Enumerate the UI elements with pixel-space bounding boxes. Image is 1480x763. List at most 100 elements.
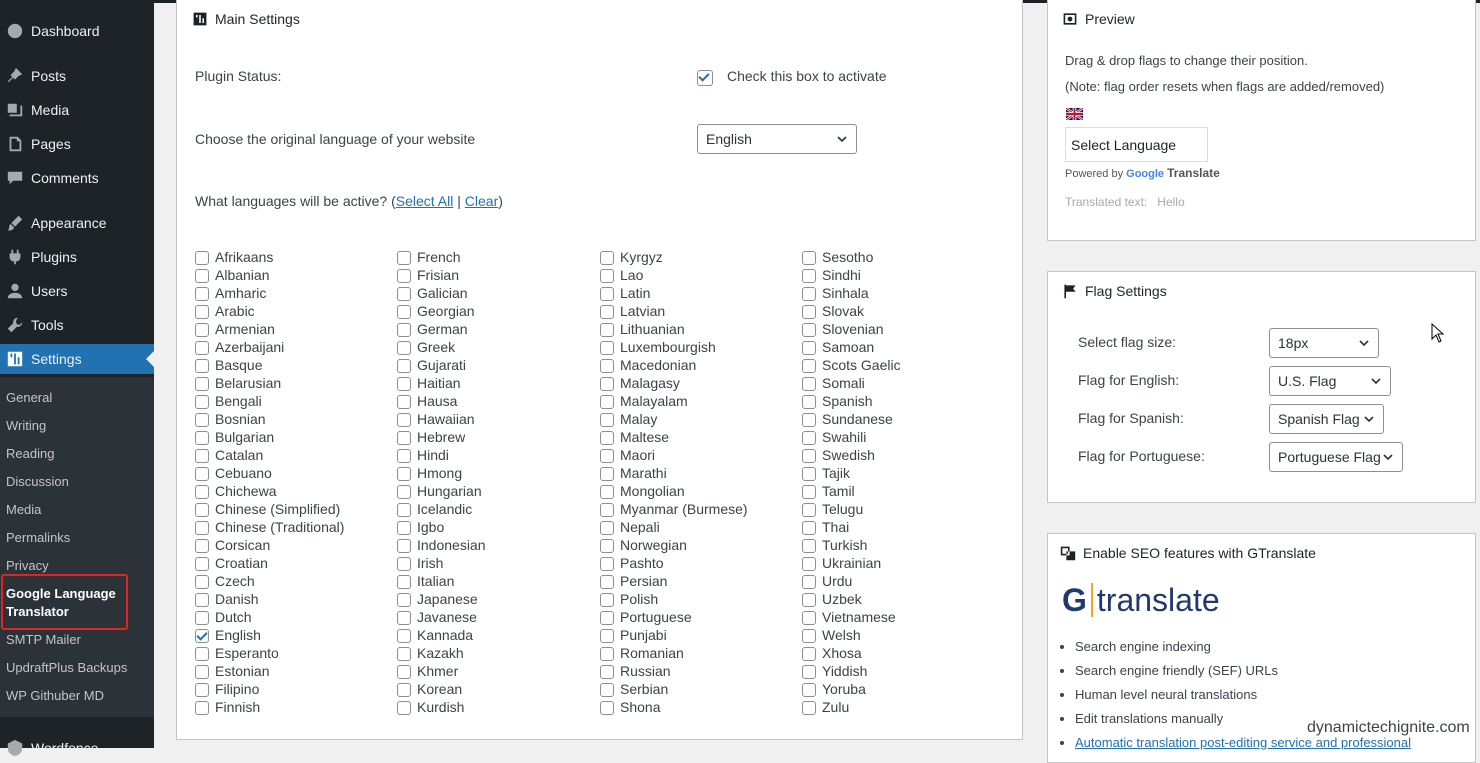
language-checkbox[interactable] (195, 647, 209, 661)
language-checkbox[interactable] (802, 305, 816, 319)
language-checkbox[interactable] (600, 287, 614, 301)
language-checkbox[interactable] (397, 485, 411, 499)
language-checkbox[interactable] (195, 413, 209, 427)
language-checkbox[interactable] (802, 593, 816, 607)
language-checkbox[interactable] (600, 449, 614, 463)
language-checkbox[interactable] (600, 377, 614, 391)
language-checkbox[interactable] (397, 503, 411, 517)
language-checkbox[interactable] (802, 431, 816, 445)
language-checkbox[interactable] (600, 521, 614, 535)
select-language-box[interactable]: Select Language (1065, 127, 1208, 162)
language-checkbox[interactable] (600, 611, 614, 625)
language-checkbox[interactable] (600, 485, 614, 499)
language-checkbox[interactable] (397, 557, 411, 571)
language-checkbox[interactable] (802, 683, 816, 697)
language-checkbox[interactable] (195, 701, 209, 715)
language-checkbox[interactable] (802, 503, 816, 517)
sidebar-item-dashboard[interactable]: Dashboard (0, 16, 154, 46)
sidebar-item-wordfence[interactable]: Wordfence (0, 733, 154, 763)
language-checkbox[interactable] (195, 467, 209, 481)
language-checkbox[interactable] (397, 683, 411, 697)
flag-setting-select[interactable]: 18px (1269, 328, 1379, 358)
submenu-item-general[interactable]: General (6, 389, 52, 407)
language-checkbox[interactable] (195, 359, 209, 373)
language-checkbox[interactable] (397, 413, 411, 427)
language-checkbox[interactable] (397, 629, 411, 643)
language-checkbox[interactable] (600, 395, 614, 409)
language-checkbox[interactable] (600, 341, 614, 355)
language-checkbox[interactable] (397, 251, 411, 265)
submenu-item-discussion[interactable]: Discussion (6, 473, 69, 491)
language-checkbox[interactable] (195, 539, 209, 553)
uk-flag-icon[interactable] (1065, 107, 1084, 121)
language-checkbox[interactable] (802, 287, 816, 301)
sidebar-item-settings[interactable]: Settings (0, 344, 154, 374)
submenu-item-smtp-mailer[interactable]: SMTP Mailer (6, 631, 81, 649)
language-checkbox[interactable] (397, 647, 411, 661)
sidebar-item-comments[interactable]: Comments (0, 163, 154, 193)
language-checkbox[interactable] (397, 305, 411, 319)
sidebar-item-media[interactable]: Media (0, 95, 154, 125)
language-checkbox[interactable] (600, 503, 614, 517)
language-checkbox[interactable] (397, 521, 411, 535)
language-checkbox[interactable] (600, 647, 614, 661)
language-checkbox[interactable] (397, 377, 411, 391)
language-checkbox[interactable] (802, 449, 816, 463)
language-checkbox[interactable] (802, 539, 816, 553)
language-checkbox[interactable] (195, 323, 209, 337)
language-checkbox[interactable] (195, 449, 209, 463)
language-checkbox[interactable] (397, 665, 411, 679)
language-checkbox[interactable] (397, 269, 411, 283)
submenu-item-wp-githuber-md[interactable]: WP Githuber MD (6, 687, 104, 705)
language-checkbox[interactable] (195, 287, 209, 301)
language-checkbox[interactable] (195, 485, 209, 499)
language-checkbox[interactable] (397, 701, 411, 715)
language-checkbox[interactable] (802, 647, 816, 661)
language-checkbox[interactable] (802, 467, 816, 481)
submenu-item-reading[interactable]: Reading (6, 445, 54, 463)
language-checkbox[interactable] (195, 395, 209, 409)
sidebar-item-pages[interactable]: Pages (0, 129, 154, 159)
submenu-item-updraftplus-backups[interactable]: UpdraftPlus Backups (6, 659, 127, 677)
language-checkbox[interactable] (802, 395, 816, 409)
language-checkbox[interactable] (195, 611, 209, 625)
language-checkbox[interactable] (397, 359, 411, 373)
language-checkbox[interactable] (195, 593, 209, 607)
language-checkbox[interactable] (802, 413, 816, 427)
language-checkbox[interactable] (195, 503, 209, 517)
activate-checkbox[interactable] (697, 70, 713, 86)
original-language-select[interactable]: English (697, 124, 857, 154)
language-checkbox[interactable] (802, 611, 816, 625)
language-checkbox[interactable] (802, 377, 816, 391)
language-checkbox[interactable] (600, 683, 614, 697)
clear-link[interactable]: Clear (465, 193, 498, 209)
language-checkbox[interactable] (397, 539, 411, 553)
language-checkbox[interactable] (397, 449, 411, 463)
language-checkbox[interactable] (600, 539, 614, 553)
language-checkbox[interactable] (802, 629, 816, 643)
submenu-item-writing[interactable]: Writing (6, 417, 46, 435)
language-checkbox[interactable] (397, 467, 411, 481)
language-checkbox[interactable] (802, 269, 816, 283)
select-all-link[interactable]: Select All (396, 193, 454, 209)
language-checkbox[interactable] (195, 251, 209, 265)
language-checkbox[interactable] (600, 413, 614, 427)
language-checkbox[interactable] (600, 593, 614, 607)
language-checkbox[interactable] (600, 251, 614, 265)
submenu-item-media[interactable]: Media (6, 501, 41, 519)
language-checkbox[interactable] (397, 287, 411, 301)
language-checkbox[interactable] (600, 575, 614, 589)
language-checkbox[interactable] (195, 377, 209, 391)
language-checkbox[interactable] (195, 665, 209, 679)
language-checkbox[interactable] (600, 305, 614, 319)
sidebar-item-plugins[interactable]: Plugins (0, 242, 154, 272)
language-checkbox[interactable] (195, 269, 209, 283)
language-checkbox[interactable] (802, 251, 816, 265)
language-checkbox[interactable] (600, 431, 614, 445)
language-checkbox[interactable] (600, 557, 614, 571)
language-checkbox[interactable] (600, 323, 614, 337)
sidebar-item-appearance[interactable]: Appearance (0, 208, 154, 238)
language-checkbox[interactable] (195, 629, 209, 643)
language-checkbox[interactable] (802, 485, 816, 499)
sidebar-item-posts[interactable]: Posts (0, 61, 154, 91)
